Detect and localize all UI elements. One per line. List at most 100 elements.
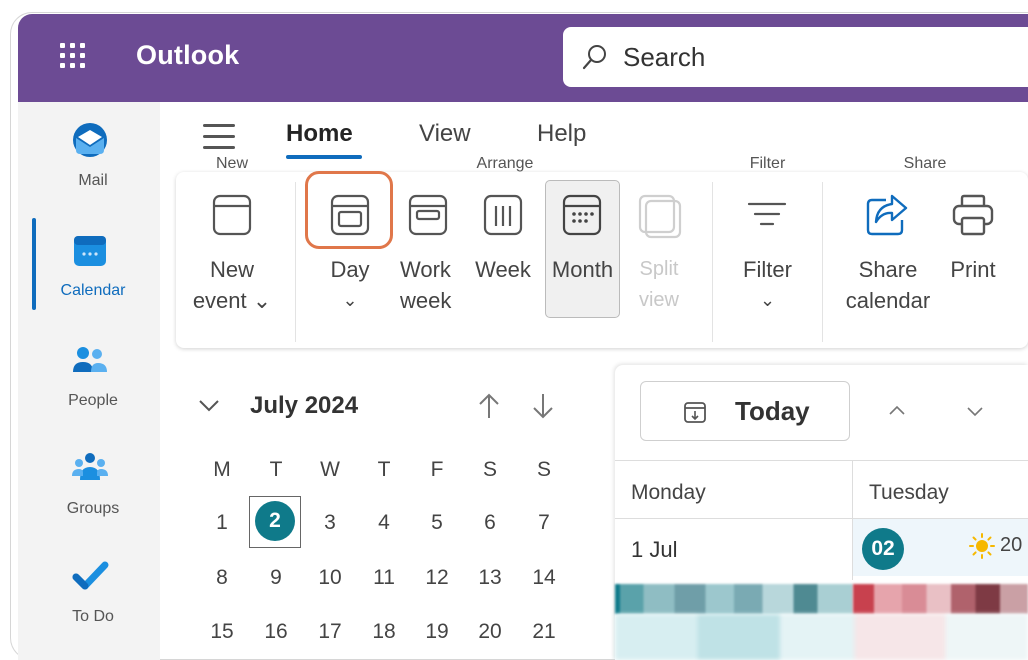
group-label-arrange: Arrange xyxy=(476,155,534,172)
search-icon xyxy=(582,45,606,70)
people-icon xyxy=(73,347,107,372)
rail-active-indicator xyxy=(32,218,36,310)
group-label-new: New xyxy=(215,155,248,172)
app-launcher-icon[interactable] xyxy=(58,41,88,71)
mini-calendar-day[interactable]: 21 xyxy=(524,620,564,644)
week-view-button[interactable]: Week xyxy=(472,172,534,322)
mini-calendar-day[interactable]: 13 xyxy=(470,566,510,590)
weekday-header: W xyxy=(320,458,340,481)
search-input[interactable]: Search xyxy=(623,42,705,73)
tab-view[interactable]: View xyxy=(419,120,471,148)
mini-calendar-day[interactable]: 12 xyxy=(417,566,457,590)
print-icon xyxy=(952,194,994,236)
split-view-icon xyxy=(638,194,682,239)
week-view-label: Week xyxy=(475,257,531,282)
top-bar: Outlook Search xyxy=(18,14,1028,102)
new-event-label: New event ⌄ xyxy=(192,257,272,313)
mini-calendar-day[interactable]: 3 xyxy=(310,511,350,535)
ribbon-separator xyxy=(712,182,713,342)
mini-calendar-title: July 2024 xyxy=(250,392,359,419)
next-month-arrow-icon[interactable] xyxy=(531,392,555,420)
today-date-badge: 02 xyxy=(862,528,904,570)
today-label: Today xyxy=(735,396,810,426)
mini-calendar-day[interactable]: 17 xyxy=(310,620,350,644)
mini-calendar-day[interactable]: 4 xyxy=(364,511,404,535)
print-button[interactable]: Print xyxy=(942,172,1004,322)
month-view-icon xyxy=(562,194,602,236)
column-header-monday: Monday xyxy=(615,460,852,518)
collapse-chevron-icon[interactable] xyxy=(198,394,220,416)
mini-calendar-day[interactable]: 5 xyxy=(417,511,457,535)
group-label-share: Share xyxy=(903,155,947,172)
calendar-icon xyxy=(74,236,106,266)
rail-item-calendar[interactable]: Calendar xyxy=(18,212,160,312)
app-title: Outlook xyxy=(136,40,240,70)
share-icon xyxy=(866,194,908,236)
month-view-button[interactable]: Month xyxy=(545,172,620,322)
mini-calendar-day[interactable]: 19 xyxy=(417,620,457,644)
group-label-filter: Filter xyxy=(749,155,786,172)
tab-help[interactable]: Help xyxy=(537,120,586,148)
weekday-header: F xyxy=(430,458,444,481)
mini-calendar-day[interactable]: 10 xyxy=(310,566,350,590)
month-view-label: Month xyxy=(551,257,614,282)
weekday-header: S xyxy=(482,458,497,481)
mini-calendar-day[interactable]: 15 xyxy=(202,620,242,644)
today-button[interactable]: Today xyxy=(640,381,850,441)
filter-label: Filter ⌄ xyxy=(743,257,792,310)
weekday-header: S xyxy=(536,458,551,481)
mini-calendar-day[interactable]: 8 xyxy=(202,566,242,590)
rail-item-people[interactable]: People xyxy=(18,322,160,422)
today-calendar-icon xyxy=(684,402,706,423)
mini-calendar-day[interactable]: 20 xyxy=(470,620,510,644)
mini-calendar-day[interactable]: 9 xyxy=(256,566,296,590)
mini-calendar-day[interactable]: 14 xyxy=(524,566,564,590)
weekday-header: T xyxy=(269,458,283,481)
mini-calendar-day[interactable]: 18 xyxy=(364,620,404,644)
rail-label-mail: Mail xyxy=(78,172,108,189)
sun-weather-icon xyxy=(969,533,995,559)
work-week-icon xyxy=(408,194,448,236)
new-event-button[interactable]: New event ⌄ xyxy=(186,172,278,322)
event-area-blurred xyxy=(615,614,1028,660)
mini-calendar-day[interactable]: 7 xyxy=(524,511,564,535)
weekday-header: T xyxy=(377,458,391,481)
new-event-icon xyxy=(212,194,252,236)
previous-period-chevron-icon[interactable] xyxy=(886,400,908,422)
work-week-label: Work week xyxy=(400,257,452,313)
next-period-chevron-icon[interactable] xyxy=(964,400,986,422)
rail-item-groups[interactable]: Groups xyxy=(18,430,160,530)
filter-button[interactable]: Filter ⌄ xyxy=(725,172,810,322)
rail-label-people: People xyxy=(68,392,118,409)
column-header-tuesday: Tuesday xyxy=(853,460,1028,518)
event-bar-blurred[interactable] xyxy=(615,584,853,614)
groups-icon xyxy=(72,453,108,480)
share-calendar-label: Share calendar xyxy=(845,257,931,313)
mini-calendar-day[interactable]: 6 xyxy=(470,511,510,535)
mini-calendar-day[interactable]: 1 xyxy=(202,511,242,535)
search-box[interactable]: Search xyxy=(563,27,1028,87)
left-rail: Mail Calendar People Groups To Do xyxy=(18,102,160,660)
work-week-button[interactable]: Work week xyxy=(398,172,460,322)
print-label: Print xyxy=(950,257,996,282)
rail-item-mail[interactable]: Mail xyxy=(18,102,160,202)
mini-calendar-day[interactable]: 16 xyxy=(256,620,296,644)
previous-month-arrow-icon[interactable] xyxy=(477,392,501,420)
day-cell-1-jul[interactable]: 1 Jul xyxy=(615,518,852,576)
share-calendar-button[interactable]: Share calendar xyxy=(838,172,938,322)
mini-calendar-day[interactable]: 11 xyxy=(364,566,404,590)
menu-icon[interactable] xyxy=(203,122,235,150)
rail-label-calendar: Calendar xyxy=(60,282,126,299)
tab-home-underline xyxy=(286,155,362,159)
ribbon-separator xyxy=(822,182,823,342)
today-outline xyxy=(249,496,301,548)
day-view-label: Day ⌄ xyxy=(330,257,370,310)
ribbon-separator xyxy=(295,182,296,342)
filter-icon xyxy=(747,202,787,226)
weather-temperature: 20 xyxy=(1000,534,1023,556)
rail-item-todo[interactable]: To Do xyxy=(18,538,160,638)
rail-label-groups: Groups xyxy=(66,500,120,517)
split-view-button[interactable]: Split view xyxy=(628,172,690,322)
event-bar-blurred[interactable] xyxy=(853,584,1028,614)
tab-home[interactable]: Home xyxy=(286,120,353,148)
